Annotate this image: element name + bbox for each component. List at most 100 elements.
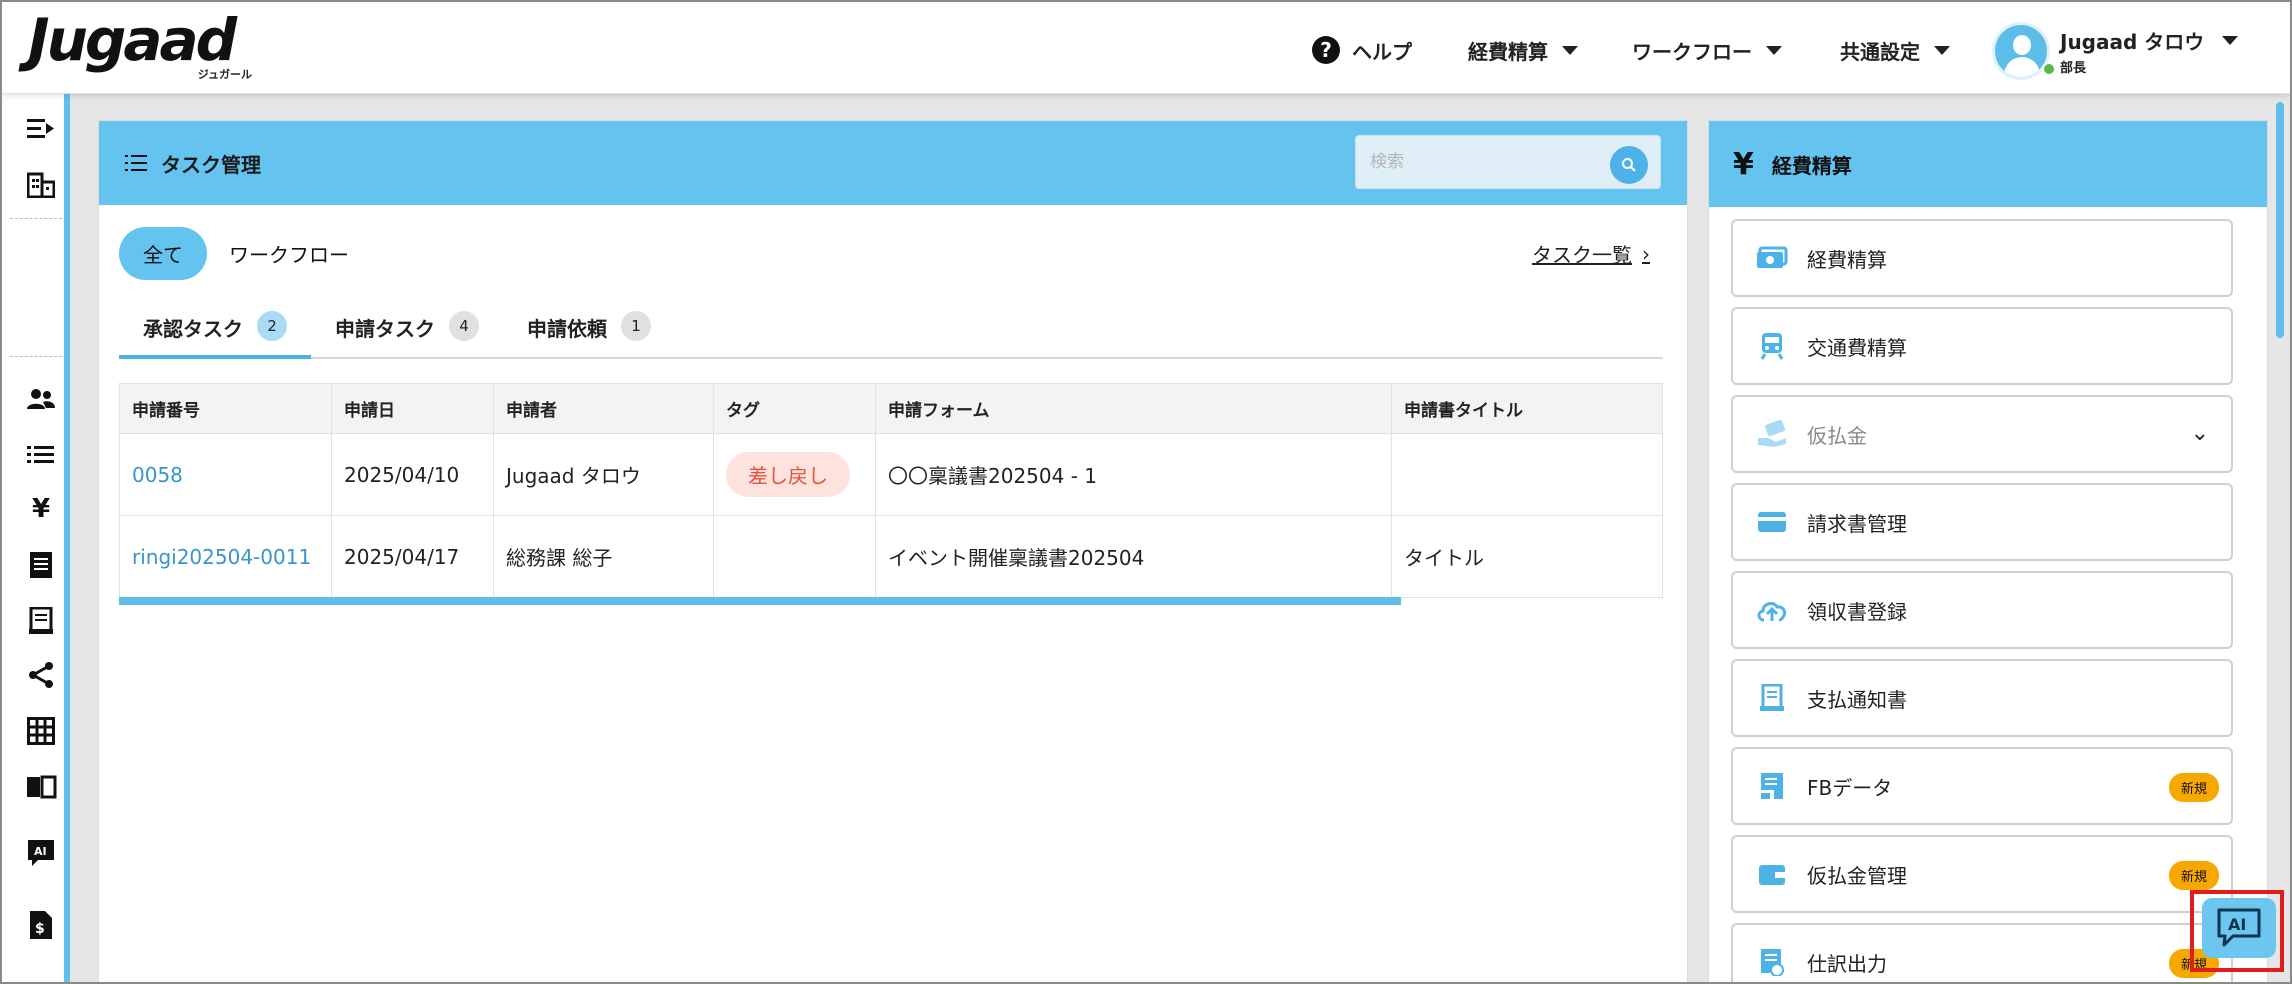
status-tag <box>713 515 876 598</box>
receipt-icon[interactable] <box>24 606 58 636</box>
menu-item-expense[interactable]: 経費精算 <box>1731 219 2233 297</box>
tab-label: 申請タスク <box>335 317 435 341</box>
search-button[interactable] <box>1610 146 1648 184</box>
tab-application-requests[interactable]: 申請依頼 1 <box>503 301 675 359</box>
applicant-name: 総務課 総子 <box>493 515 714 598</box>
search-icon <box>1622 158 1636 172</box>
cloud-upload-icon <box>1755 595 1789 625</box>
svg-text:$: $ <box>35 921 45 937</box>
fb-data-icon <box>1755 771 1789 801</box>
menu-item-journal-export[interactable]: 仕訳出力 新規 <box>1731 923 2233 982</box>
chevron-down-icon[interactable]: ⌄ <box>2191 421 2209 446</box>
menu-item-label: 経費精算 <box>1807 247 1887 272</box>
nav-workflow-label: ワークフロー <box>1632 39 1752 64</box>
document-icon[interactable] <box>24 550 58 580</box>
menu-item-label: 仮払金 <box>1807 423 1867 448</box>
column-header[interactable]: 申請番号 <box>119 383 332 434</box>
ai-chat-icon[interactable]: AI <box>24 838 58 868</box>
search-input[interactable] <box>1356 136 1596 188</box>
top-header: Jugaad ジュガール ? ヘルプ 経費精算 ワークフロー 共通設定 Juga… <box>2 2 2290 94</box>
column-header[interactable]: 申請書タイトル <box>1391 383 1663 434</box>
search-box <box>1355 135 1661 189</box>
money-icon <box>1755 243 1789 273</box>
menu-item-fb-data[interactable]: FBデータ 新規 <box>1731 747 2233 825</box>
wallet-icon <box>1755 859 1789 889</box>
count-badge: 2 <box>257 311 287 341</box>
expense-panel: ¥ 経費精算 経費精算 交通費精算 仮払金 ⌄ 請求書管理 領収書登録 支払通知… <box>1708 120 2268 982</box>
application-title <box>1391 433 1663 516</box>
left-sidebar: ¥ AI $ <box>2 94 70 982</box>
menu-item-receipt-registration[interactable]: 領収書登録 <box>1731 571 2233 649</box>
menu-item-label: 仕訳出力 <box>1807 951 1887 976</box>
application-number-link[interactable]: 0058 <box>132 463 183 487</box>
task-table: 申請番号 申請日 申請者 タグ 申請フォーム 申請書タイトル 0058 2025… <box>119 383 1663 598</box>
application-form: イベント開催稟議書202504 <box>875 515 1392 598</box>
task-management-panel: タスク管理 全て ワークフロー タスク一覧 › 承認タスク 2 申請タスク 4 <box>98 120 1688 982</box>
nav-expense-menu[interactable]: 経費精算 <box>1468 32 1578 68</box>
expense-panel-header: ¥ 経費精算 <box>1709 121 2267 207</box>
application-title: タイトル <box>1391 515 1663 598</box>
caret-down-icon <box>2222 35 2239 45</box>
app-frame: Jugaad ジュガール ? ヘルプ 経費精算 ワークフロー 共通設定 Juga… <box>0 0 2292 984</box>
column-header[interactable]: 申請者 <box>493 383 714 434</box>
count-badge: 4 <box>449 311 479 341</box>
menu-item-label: FBデータ <box>1807 775 1893 800</box>
user-role: 部長 <box>2060 61 2087 76</box>
train-icon <box>1755 331 1789 361</box>
yen-icon: ¥ <box>1733 146 1754 182</box>
chevron-right-icon: › <box>1642 241 1650 266</box>
avatar <box>1992 22 2050 80</box>
yen-icon[interactable]: ¥ <box>24 494 58 524</box>
application-date: 2025/04/10 <box>331 433 494 516</box>
menu-item-invoice-management[interactable]: 請求書管理 <box>1731 483 2233 561</box>
column-header[interactable]: 申請日 <box>331 383 494 434</box>
user-menu[interactable]: Jugaad タロウ 部長 <box>1992 22 2239 80</box>
column-header[interactable]: 申請フォーム <box>875 383 1392 434</box>
filter-all[interactable]: 全て <box>119 227 207 280</box>
share-icon[interactable] <box>24 660 58 690</box>
invoice-dollar-icon[interactable]: $ <box>24 910 58 940</box>
caret-down-icon <box>1562 45 1578 55</box>
page-title: タスク管理 <box>161 152 261 177</box>
filter-tabs: 全て ワークフロー <box>119 227 349 280</box>
column-header[interactable]: タグ <box>713 383 876 434</box>
logo[interactable]: Jugaad ジュガール <box>28 10 258 82</box>
list-icon[interactable] <box>24 440 58 470</box>
task-list-link[interactable]: タスク一覧 › <box>1532 239 1650 268</box>
journal-export-icon <box>1755 947 1789 977</box>
caret-down-icon <box>1934 45 1950 55</box>
users-icon[interactable] <box>24 384 58 414</box>
menu-item-label: 領収書登録 <box>1807 599 1907 624</box>
menu-item-label: 請求書管理 <box>1807 511 1907 536</box>
hand-money-icon <box>1755 419 1789 449</box>
book-icon[interactable] <box>24 772 58 802</box>
collapse-menu-icon[interactable] <box>24 114 58 144</box>
task-list-link-label: タスク一覧 <box>1532 243 1632 267</box>
menu-item-advance-payment[interactable]: 仮払金 ⌄ <box>1731 395 2233 473</box>
menu-item-advance-management[interactable]: 仮払金管理 新規 <box>1731 835 2233 913</box>
nav-workflow-menu[interactable]: ワークフロー <box>1632 32 1782 68</box>
filter-workflow[interactable]: ワークフロー <box>229 239 349 268</box>
menu-item-payment-notice[interactable]: 支払通知書 <box>1731 659 2233 737</box>
nav-common-settings-menu[interactable]: 共通設定 <box>1840 32 1950 68</box>
menu-item-transport[interactable]: 交通費精算 <box>1731 307 2233 385</box>
task-panel-header: タスク管理 <box>99 121 1687 205</box>
applicant-name: Jugaad タロウ <box>493 433 714 516</box>
grid-icon[interactable] <box>24 716 58 746</box>
highlight-box <box>2190 890 2284 972</box>
help-link[interactable]: ? ヘルプ <box>1312 32 1412 68</box>
application-number-link[interactable]: ringi202504-0011 <box>132 545 311 569</box>
nav-expense-label: 経費精算 <box>1468 39 1548 64</box>
tab-application-tasks[interactable]: 申請タスク 4 <box>311 301 503 359</box>
help-label: ヘルプ <box>1352 39 1412 64</box>
menu-item-label: 交通費精算 <box>1807 335 1907 360</box>
table-row[interactable]: ringi202504-0011 2025/04/17 総務課 総子 イベント開… <box>119 515 1663 598</box>
help-icon: ? <box>1312 36 1340 64</box>
horizontal-scrollbar[interactable] <box>119 597 1401 605</box>
building-icon[interactable] <box>24 170 58 200</box>
table-row[interactable]: 0058 2025/04/10 Jugaad タロウ 差し戻し 〇〇稟議書202… <box>119 433 1663 516</box>
caret-down-icon <box>1766 45 1782 55</box>
tab-approval-tasks[interactable]: 承認タスク 2 <box>119 301 311 359</box>
vertical-scrollbar[interactable] <box>2276 102 2284 338</box>
receipt-icon <box>1755 683 1789 713</box>
